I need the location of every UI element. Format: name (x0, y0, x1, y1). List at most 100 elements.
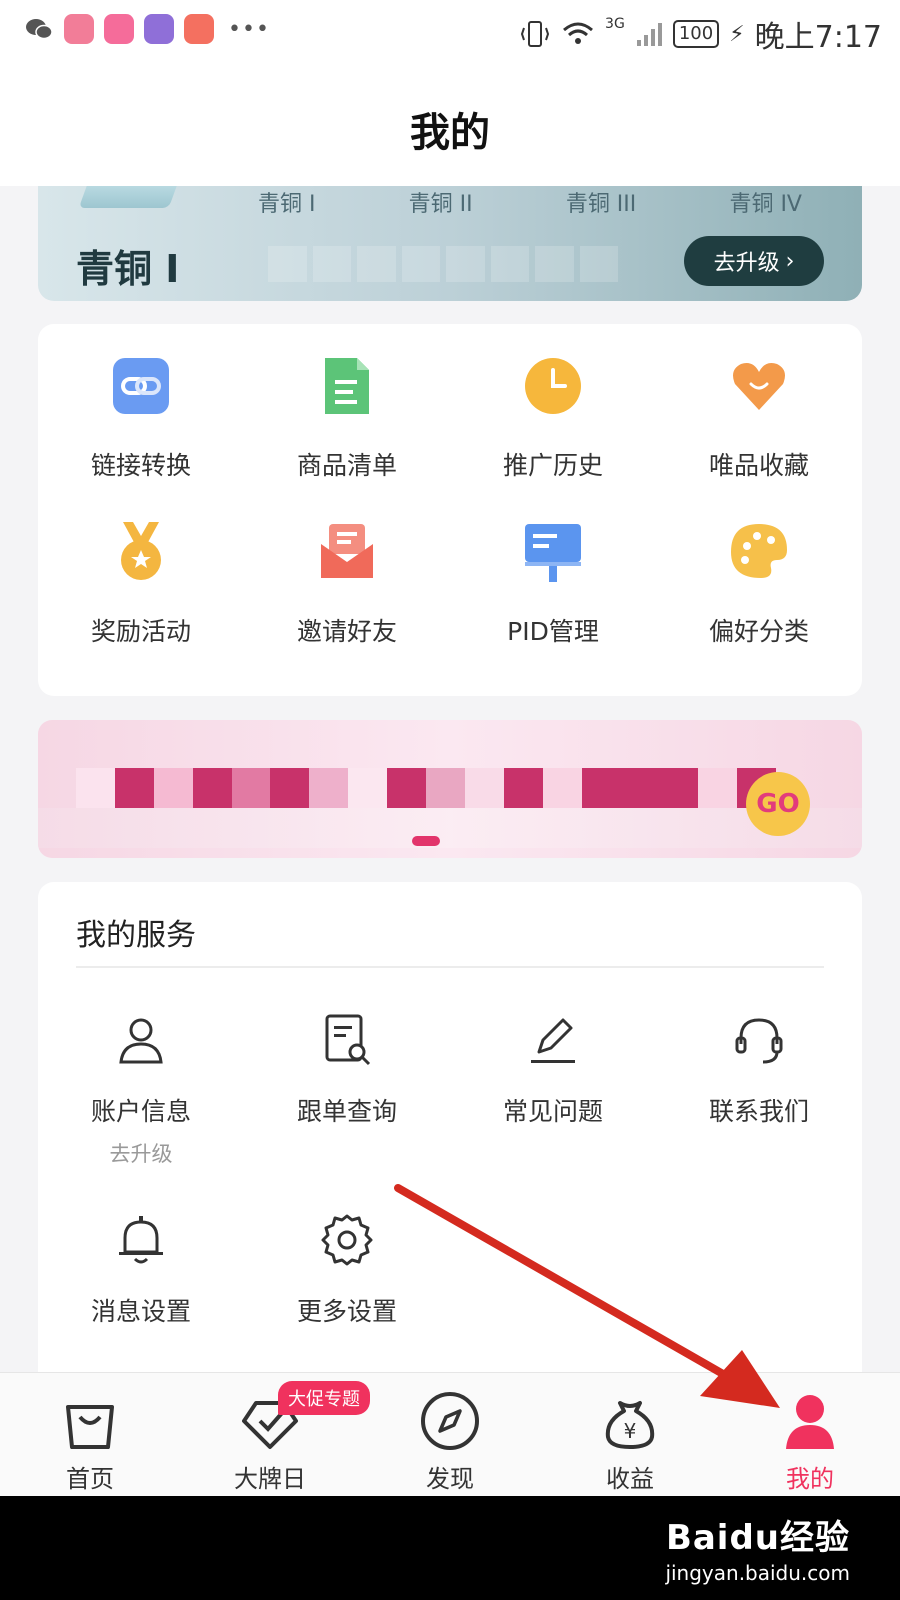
page-header: 我的 (0, 62, 900, 186)
service-label: 常见问题 (502, 1097, 603, 1126)
app-notification-icon (104, 14, 134, 44)
banner-background (38, 808, 862, 848)
tool-product-list[interactable]: 商品清单 (244, 354, 450, 482)
tier-label: 青铜 IV (729, 192, 802, 217)
tool-preferences[interactable]: 偏好分类 (656, 520, 862, 648)
banner-page-indicator (412, 836, 440, 846)
app-notification-icon (184, 14, 214, 44)
status-bar: ••• 3G 100 ⚡ 晚上7:17 (0, 0, 900, 62)
document-list-icon (325, 358, 369, 414)
service-sublabel: 去升级 (109, 1142, 173, 1166)
headset-icon (735, 1018, 783, 1064)
bell-icon (119, 1216, 163, 1264)
watermark: Baidu经验 jingyan.baidu.com (665, 1510, 850, 1585)
battery-level: 100 (672, 20, 720, 48)
bottom-tab-bar: 首页 大牌日 大促专题 发现 ¥ 收益 我的 (0, 1372, 900, 1496)
tool-label: 商品清单 (296, 451, 397, 480)
gear-icon (321, 1214, 373, 1266)
membership-level-card[interactable]: 青铜 I 青铜 II 青铜 III 青铜 IV 青铜 I 去升级 › (38, 186, 862, 301)
tool-favorites[interactable]: 唯品收藏 (656, 354, 862, 482)
tools-card: 链接转换 商品清单 推广历史 唯品收藏 奖励活动 邀请好友 PID管理 偏好分类 (38, 324, 862, 696)
tab-discover[interactable]: 发现 (360, 1373, 540, 1496)
heart-icon (733, 363, 785, 410)
network-type: 3G (605, 16, 625, 32)
service-label: 跟单查询 (296, 1097, 397, 1126)
money-bag-icon: ¥ (605, 1401, 655, 1449)
medal-icon (121, 522, 161, 580)
svg-text:¥: ¥ (624, 1419, 637, 1443)
wechat-icon (26, 19, 53, 40)
upgrade-button[interactable]: 去升级 › (684, 236, 824, 286)
pencil-icon (531, 1018, 575, 1063)
tool-pid-manage[interactable]: PID管理 (450, 520, 656, 648)
signal-icon (636, 23, 662, 46)
tool-label: 推广历史 (502, 451, 603, 480)
level-gem-icon (78, 186, 184, 208)
services-card: 我的服务 账户信息 去升级 跟单查询 常见问题 联系我们 消息设置 更多设置 (38, 882, 862, 1372)
service-label: 联系我们 (708, 1097, 809, 1126)
tab-label: 我的 (786, 1465, 834, 1493)
service-label: 消息设置 (90, 1297, 191, 1326)
user-filled-icon (786, 1395, 834, 1449)
tool-link-convert[interactable]: 链接转换 (38, 354, 244, 482)
tier-label: 青铜 III (565, 192, 637, 217)
tool-label: 链接转换 (90, 451, 191, 480)
service-order-tracking[interactable]: 跟单查询 (244, 1012, 450, 1212)
app-notification-icon (64, 14, 94, 44)
promo-banner[interactable]: GO (38, 720, 862, 858)
watermark-url: jingyan.baidu.com (665, 1561, 850, 1585)
tool-label: 邀请好友 (296, 617, 397, 646)
compass-icon (421, 1392, 479, 1450)
level-tiers: 青铜 I 青铜 II 青铜 III 青铜 IV (238, 186, 822, 218)
tool-label: PID管理 (507, 617, 599, 646)
service-label: 更多设置 (296, 1297, 397, 1326)
palette-icon (731, 524, 787, 578)
tool-label: 唯品收藏 (708, 451, 809, 480)
service-label: 账户信息 (90, 1097, 191, 1126)
link-icon (113, 358, 169, 414)
tool-label: 偏好分类 (708, 617, 809, 646)
section-title: 我的服务 (76, 918, 196, 953)
service-contact-us[interactable]: 联系我们 (656, 1012, 862, 1212)
current-level: 青铜 I (76, 247, 180, 291)
tab-brand-day[interactable]: 大牌日 大促专题 (180, 1373, 370, 1496)
tab-earnings[interactable]: ¥ 收益 (540, 1373, 720, 1496)
banner-obscured-content (76, 768, 777, 808)
banner-go-button[interactable]: GO (746, 772, 810, 836)
tab-label: 发现 (426, 1465, 474, 1493)
watermark-logo: Baidu经验 (665, 1518, 850, 1558)
more-notifications-icon: ••• (228, 16, 270, 42)
tier-label: 青铜 I (258, 192, 316, 217)
order-search-icon (325, 1014, 371, 1066)
service-account-info[interactable]: 账户信息 去升级 (38, 1012, 244, 1212)
tab-home[interactable]: 首页 (0, 1373, 180, 1496)
billboard-icon (525, 524, 581, 582)
tab-mine[interactable]: 我的 (720, 1373, 900, 1496)
clock-icon (525, 358, 581, 414)
bottom-area: Baidu经验 jingyan.baidu.com (0, 1496, 900, 1600)
tab-label: 大牌日 (234, 1465, 306, 1493)
tier-label: 青铜 II (408, 192, 473, 217)
clock-time: 晚上7:17 (754, 20, 882, 55)
upgrade-button-label: 去升级 (713, 251, 780, 276)
divider (76, 966, 824, 968)
shopping-bag-icon (66, 1405, 114, 1449)
wifi-icon (563, 22, 594, 44)
tool-invite-friends[interactable]: 邀请好友 (244, 520, 450, 648)
chevron-right-icon: › (785, 248, 795, 274)
service-faq[interactable]: 常见问题 (450, 1012, 656, 1212)
promo-badge: 大促专题 (278, 1381, 370, 1415)
tab-label: 首页 (66, 1465, 114, 1493)
notification-icons: ••• (24, 14, 270, 44)
page-title: 我的 (410, 110, 490, 156)
app-notification-icon (144, 14, 174, 44)
envelope-icon (321, 524, 373, 578)
tool-label: 奖励活动 (90, 617, 191, 646)
user-outline-icon (119, 1018, 163, 1064)
tool-promo-history[interactable]: 推广历史 (450, 354, 656, 482)
vibrate-icon (520, 21, 550, 47)
tab-label: 收益 (606, 1465, 654, 1493)
level-progress-obscured (268, 246, 618, 282)
charging-icon: ⚡ (729, 21, 745, 47)
tool-rewards[interactable]: 奖励活动 (38, 520, 244, 648)
